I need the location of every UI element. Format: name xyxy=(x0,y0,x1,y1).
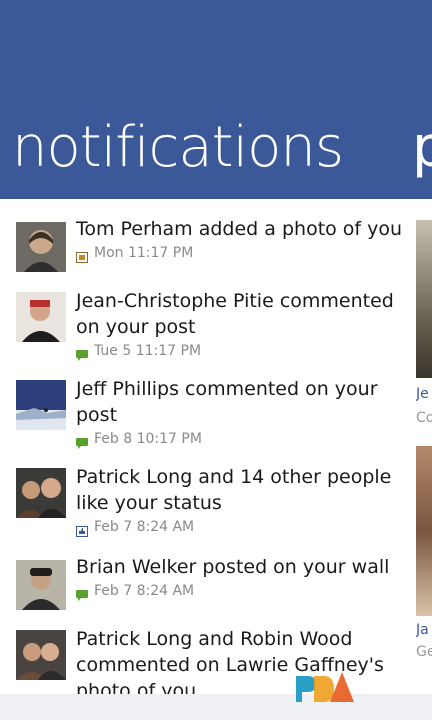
notification-message: Jeff Phillips commented on your post xyxy=(76,378,378,426)
notification-meta: Tue 5 11:17 PM xyxy=(76,342,404,361)
story-title: Je xyxy=(416,386,429,402)
story-title: Ja xyxy=(416,622,429,638)
notification-meta: Feb 8 10:17 PM xyxy=(76,430,404,449)
comment-icon xyxy=(76,434,88,449)
notification-message: Brian Welker posted on your wall xyxy=(76,556,390,578)
notification-text: Jean-Christophe Pitie commented on your … xyxy=(76,288,404,361)
story-image xyxy=(416,446,432,616)
app-bar[interactable] xyxy=(0,694,432,720)
avatar xyxy=(16,222,66,272)
story-image xyxy=(416,220,432,378)
notification-time: Feb 8 10:17 PM xyxy=(94,431,202,447)
avatar xyxy=(16,560,66,610)
notification-meta: Feb 7 8:24 AM xyxy=(76,582,404,601)
app-header: notifications p xyxy=(0,0,432,199)
like-icon xyxy=(76,522,88,537)
notification-time: Tue 5 11:17 PM xyxy=(94,343,202,359)
notification-time: Feb 7 8:24 AM xyxy=(94,519,195,535)
notification-text: Brian Welker posted on your wall Feb 7 8… xyxy=(76,554,404,601)
notification-message: Jean-Christophe Pitie commented on your … xyxy=(76,290,394,338)
story-subtitle: Co xyxy=(416,410,432,426)
notification-time: Mon 11:17 PM xyxy=(94,245,194,261)
notification-time: Feb 7 8:24 AM xyxy=(94,583,195,599)
notifications-list: Tom Perham added a photo of you Mon 11:1… xyxy=(0,200,404,694)
avatar xyxy=(16,468,66,518)
story-subtitle: Ge xyxy=(416,644,432,660)
comment-icon xyxy=(76,586,88,601)
notification-text: Tom Perham added a photo of you Mon 11:1… xyxy=(76,216,404,263)
notification-meta: Feb 7 8:24 AM xyxy=(76,518,404,537)
avatar xyxy=(16,380,66,430)
avatar xyxy=(16,292,66,342)
next-pivot-panel-peek: Je Co Ja Ge xyxy=(416,220,432,694)
watermark-logo-icon xyxy=(296,672,354,702)
pivot-next-peek[interactable]: p xyxy=(412,108,432,188)
avatar xyxy=(16,630,66,680)
notification-text: Jeff Phillips commented on your post Feb… xyxy=(76,376,404,449)
notification-message: Tom Perham added a photo of you xyxy=(76,218,403,240)
comment-icon xyxy=(76,346,88,361)
notification-text: Patrick Long and 14 other people like yo… xyxy=(76,464,404,537)
notification-message: Patrick Long and 14 other people like yo… xyxy=(76,466,392,514)
photo-icon xyxy=(76,248,88,263)
pivot-title-notifications[interactable]: notifications xyxy=(12,108,344,188)
notification-meta: Mon 11:17 PM xyxy=(76,244,404,263)
